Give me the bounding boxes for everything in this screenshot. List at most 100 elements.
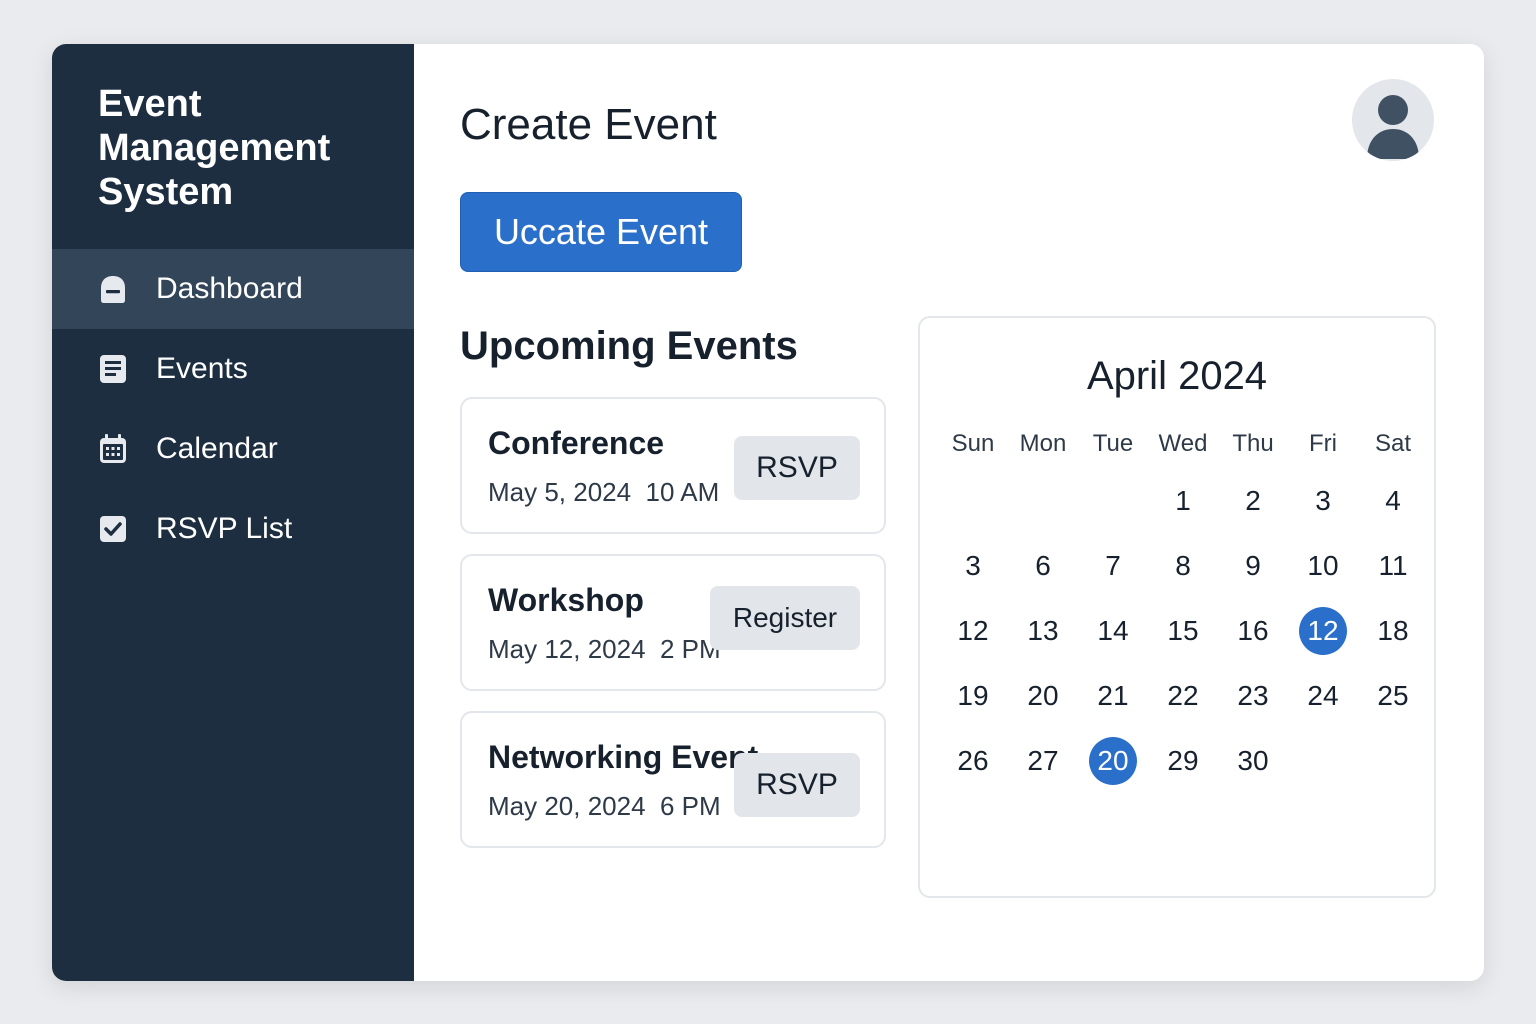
calendar-cell: 4 bbox=[1358, 468, 1428, 533]
calendar-cell bbox=[1358, 728, 1428, 793]
calendar-day[interactable]: 16 bbox=[1229, 607, 1277, 655]
calendar-day[interactable]: 30 bbox=[1229, 737, 1277, 785]
calendar-cell: 23 bbox=[1218, 663, 1288, 728]
events-list-icon bbox=[98, 354, 128, 384]
calendar-cell: 10 bbox=[1288, 533, 1358, 598]
weekday-label: Fri bbox=[1309, 430, 1337, 457]
calendar-week-row: 12 13 14 15 16 12 18 bbox=[938, 598, 1428, 663]
upcoming-events-title: Upcoming Events bbox=[460, 324, 798, 368]
calendar-day[interactable]: 20 bbox=[1019, 672, 1067, 720]
calendar-day[interactable]: 7 bbox=[1089, 542, 1137, 590]
calendar-week-row: 26 27 20 29 30 bbox=[938, 728, 1428, 793]
sidebar-item-dashboard[interactable]: Dashboard bbox=[52, 249, 414, 329]
calendar-day[interactable]: 6 bbox=[1019, 542, 1067, 590]
calendar-cell: 20 bbox=[1008, 663, 1078, 728]
sidebar-item-calendar[interactable]: Calendar bbox=[52, 409, 414, 489]
calendar-icon bbox=[98, 434, 128, 464]
event-name: Conference bbox=[488, 425, 665, 461]
calendar-cell: 1 bbox=[1148, 468, 1218, 533]
calendar-cell: 7 bbox=[1078, 533, 1148, 598]
calendar-day[interactable]: 22 bbox=[1159, 672, 1207, 720]
calendar-cell: 3 bbox=[1288, 468, 1358, 533]
calendar-day[interactable]: 12 bbox=[1299, 606, 1347, 655]
calendar-cell: 18 bbox=[1358, 598, 1428, 663]
checkbox-icon bbox=[98, 514, 128, 544]
event-date: May 12, 2024 2 PM bbox=[488, 634, 721, 664]
sidebar-item-label: Events bbox=[156, 352, 248, 385]
calendar-day[interactable]: 26 bbox=[949, 737, 997, 785]
sidebar-nav: Dashboard Events Calendar RSVP List bbox=[52, 249, 414, 569]
calendar-day[interactable]: 9 bbox=[1229, 542, 1277, 590]
register-button[interactable]: Register bbox=[710, 586, 860, 650]
event-date: May 20, 2024 6 PM bbox=[488, 791, 721, 821]
calendar-day[interactable]: 20 bbox=[1089, 736, 1137, 785]
calendar-day[interactable]: 13 bbox=[1019, 607, 1067, 655]
calendar-day[interactable]: 24 bbox=[1299, 672, 1347, 720]
app-window: Event Management System Dashboard Events… bbox=[52, 44, 1484, 981]
calendar-day[interactable]: 10 bbox=[1299, 542, 1347, 590]
calendar-cell: 22 bbox=[1148, 663, 1218, 728]
app-title: Event Management System bbox=[98, 83, 331, 213]
calendar-cell: 3 bbox=[938, 533, 1008, 598]
sidebar-item-label: Dashboard bbox=[156, 272, 303, 305]
calendar-day[interactable]: 19 bbox=[949, 672, 997, 720]
weekday-label: Thu bbox=[1232, 430, 1274, 457]
calendar-day[interactable]: 1 bbox=[1159, 477, 1207, 525]
event-date: May 5, 2024 10 AM bbox=[488, 477, 720, 507]
calendar-cell: 13 bbox=[1008, 598, 1078, 663]
calendar-day[interactable]: 12 bbox=[949, 607, 997, 655]
calendar-cell: 21 bbox=[1078, 663, 1148, 728]
sidebar-item-label: Calendar bbox=[156, 432, 278, 465]
calendar-cell: 27 bbox=[1008, 728, 1078, 793]
calendar-cell: 14 bbox=[1078, 598, 1148, 663]
calendar-cell: 19 bbox=[938, 663, 1008, 728]
calendar-weeks: 1 2 3 4 3 6 7 8 9 10 11 12 13 14 15 16 12 18 19 20 21 22 23 24 2… bbox=[938, 468, 1428, 793]
calendar-day[interactable]: 11 bbox=[1369, 542, 1417, 590]
calendar-day[interactable]: 23 bbox=[1229, 672, 1277, 720]
weekday-label: Wed bbox=[1158, 430, 1208, 457]
rsvp-button[interactable]: RSVP bbox=[734, 436, 860, 500]
calendar-grid: Sun Mon Tue Wed Thu Fri Sat 1 2 3 4 3 6 7 8 9 10 1… bbox=[938, 420, 1428, 793]
calendar-day[interactable]: 15 bbox=[1159, 607, 1207, 655]
event-name: Workshop bbox=[488, 582, 644, 618]
calendar-cell: 12 bbox=[938, 598, 1008, 663]
calendar-cell: 16 bbox=[1218, 598, 1288, 663]
calendar-cell bbox=[1288, 728, 1358, 793]
calendar-cell: 9 bbox=[1218, 533, 1288, 598]
calendar-day[interactable]: 29 bbox=[1159, 737, 1207, 785]
calendar-cell: 26 bbox=[938, 728, 1008, 793]
calendar-week-row: 3 6 7 8 9 10 11 bbox=[938, 533, 1428, 598]
calendar-week-row: 19 20 21 22 23 24 25 bbox=[938, 663, 1428, 728]
calendar-day[interactable]: 3 bbox=[1299, 477, 1347, 525]
calendar-day[interactable]: 25 bbox=[1369, 672, 1417, 720]
calendar-widget: April 2024 Sun Mon Tue Wed Thu Fri Sat 1… bbox=[918, 316, 1436, 898]
calendar-cell: 11 bbox=[1358, 533, 1428, 598]
sidebar-item-events[interactable]: Events bbox=[52, 329, 414, 409]
calendar-cell: 15 bbox=[1148, 598, 1218, 663]
calendar-day[interactable]: 4 bbox=[1369, 477, 1417, 525]
sidebar-item-rsvp-list[interactable]: RSVP List bbox=[52, 489, 414, 569]
event-card-conference: Conference May 5, 2024 10 AM RSVP bbox=[460, 397, 886, 534]
calendar-cell: 29 bbox=[1148, 728, 1218, 793]
dashboard-icon bbox=[98, 274, 128, 304]
calendar-day[interactable]: 14 bbox=[1089, 607, 1137, 655]
calendar-day[interactable]: 3 bbox=[949, 542, 997, 590]
calendar-cell bbox=[938, 468, 1008, 533]
calendar-cell bbox=[1008, 468, 1078, 533]
user-avatar-icon[interactable] bbox=[1352, 79, 1434, 161]
calendar-day[interactable]: 21 bbox=[1089, 672, 1137, 720]
weekday-label: Sun bbox=[951, 430, 995, 457]
page-title: Create Event bbox=[460, 100, 717, 149]
calendar-month-title: April 2024 bbox=[1086, 354, 1268, 398]
weekday-label: Sat bbox=[1374, 430, 1412, 457]
weekday-label: Tue bbox=[1092, 430, 1134, 457]
event-card-workshop: Workshop May 12, 2024 2 PM Register bbox=[460, 554, 886, 691]
calendar-day[interactable]: 18 bbox=[1369, 607, 1417, 655]
create-event-button[interactable]: Uccate Event bbox=[460, 192, 742, 272]
calendar-day[interactable]: 8 bbox=[1159, 542, 1207, 590]
calendar-cell: 24 bbox=[1288, 663, 1358, 728]
rsvp-button[interactable]: RSVP bbox=[734, 753, 860, 817]
calendar-day[interactable]: 2 bbox=[1229, 477, 1277, 525]
calendar-day[interactable]: 27 bbox=[1019, 737, 1067, 785]
main-content: Create Event Uccate Event Upcoming Event… bbox=[414, 44, 1484, 981]
